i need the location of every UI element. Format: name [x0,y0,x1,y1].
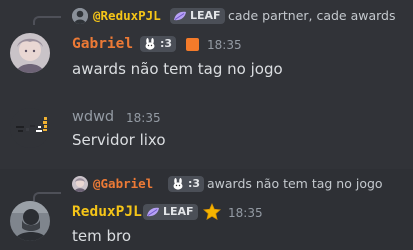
star-badge-icon[interactable] [203,202,221,221]
message-content: tem bro [72,227,132,245]
bunny-icon [173,178,183,190]
author-name-reduxpjl[interactable]: ReduxPJL [72,202,142,222]
reply-preview-text[interactable]: cade partner, cade awards [228,8,396,24]
reply-author-name[interactable]: @Gabriel [93,176,153,192]
leaf-icon [174,11,186,21]
orange-square-badge-icon[interactable] [186,38,199,51]
reply-author-name[interactable]: @ReduxPJL [93,8,161,24]
reply-tag-label: :3 [188,177,201,190]
reply-author-tag[interactable]: :3 [168,176,205,192]
reply-spine [33,16,61,25]
author-name-gabriel[interactable]: Gabriel [72,34,133,54]
avatar-wdwd[interactable] [10,108,50,148]
message-content: Servidor lixo [72,131,166,149]
author-name-wdwd[interactable]: wdwd [72,107,114,127]
leaf-icon [147,207,159,217]
reply-avatar-reduxpjl[interactable] [72,8,88,24]
timestamp[interactable]: 18:35 [207,37,242,53]
reply-avatar-gabriel[interactable] [72,176,88,192]
avatar-gabriel[interactable] [10,33,50,73]
author-tag-label: LEAF [163,205,194,218]
timestamp[interactable]: 18:35 [228,205,263,221]
avatar-reduxpjl[interactable] [10,201,50,241]
author-tag-label: :3 [160,37,173,50]
message-content: awards não tem tag no jogo [72,60,283,78]
bunny-icon [145,38,155,50]
reply-spine [33,192,61,201]
reply-preview-text[interactable]: awards não tem tag no jogo [207,176,383,192]
author-tag-reduxpjl[interactable]: LEAF [143,204,198,220]
reply-author-tag[interactable]: LEAF [170,8,225,24]
reply-tag-label: LEAF [190,9,221,22]
timestamp[interactable]: 18:35 [126,110,161,126]
author-tag-gabriel[interactable]: :3 [140,36,177,52]
